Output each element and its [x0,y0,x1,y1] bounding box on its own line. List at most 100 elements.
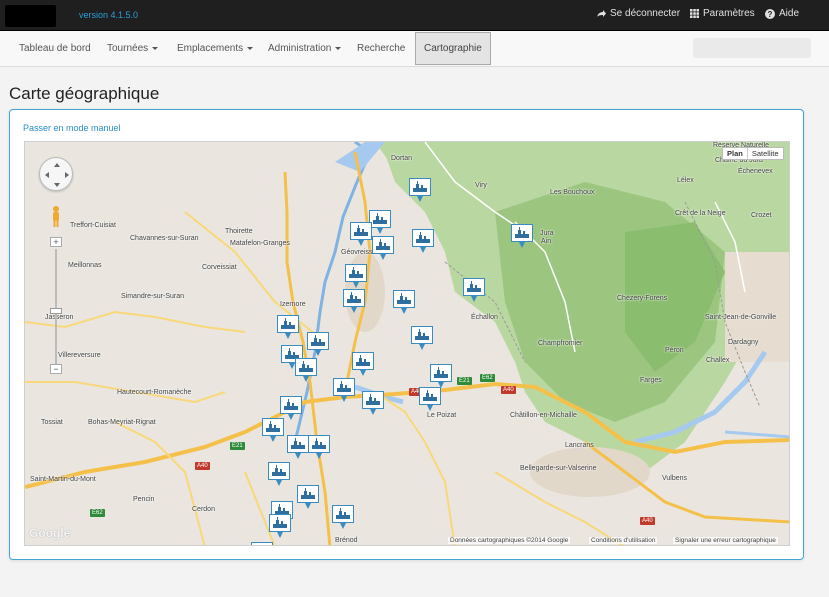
road-sign: A40 [501,386,516,394]
location-marker[interactable] [393,290,415,314]
place-label: Dardagny [728,339,759,346]
location-marker[interactable] [307,332,329,356]
location-marker[interactable] [463,278,485,302]
marker-building-icon [311,335,325,346]
location-marker[interactable] [345,264,367,288]
map-attribution: Données cartographiques ©2014 Google [448,537,571,544]
search-input[interactable] [693,38,811,58]
version-label: version 4.1.5.0 [79,10,139,20]
place-label: Crêt de la Neige [675,210,726,217]
location-marker[interactable] [411,326,433,350]
place-label: Tossiat [41,419,63,426]
place-label: Bohas-Meyriat-Rignat [88,419,156,426]
marker-building-icon [284,399,298,410]
map-type-control: Plan Satellite [722,147,784,160]
location-marker[interactable] [332,505,354,529]
marker-building-icon [413,181,427,192]
location-marker[interactable] [362,391,384,415]
caret-down-icon [247,46,254,50]
place-label: Dortan [391,155,413,162]
marker-building-icon [291,438,305,449]
page-title: Carte géographique [9,84,160,103]
place-label: Challex [706,357,730,364]
nav-label: Tableau de bord [19,43,91,54]
location-marker[interactable] [511,224,533,248]
nav-emplacements[interactable]: Emplacements [177,31,254,67]
location-marker[interactable] [369,210,391,234]
location-marker[interactable] [419,387,441,411]
place-label: Le Poizat [427,412,457,419]
nav-recherche[interactable]: Recherche [357,31,405,67]
place-label: Saint-Martin-du-Mont [30,476,96,483]
location-marker[interactable] [297,485,319,509]
zoom-slider-thumb[interactable] [50,308,62,314]
road-sign: A40 [640,517,655,525]
place-label: Péron [665,347,684,354]
map-type-plan[interactable]: Plan [723,148,748,159]
place-label: Farges [640,377,662,384]
location-marker[interactable] [268,462,290,486]
caret-down-icon [152,46,159,50]
road-sign: E62 [480,374,495,382]
place-label: Ain [541,238,552,245]
location-marker[interactable] [280,396,302,420]
location-marker[interactable] [350,222,372,246]
marker-building-icon [467,281,481,292]
marker-building-icon [376,239,390,250]
nav-cartographie[interactable]: Cartographie [415,32,491,65]
google-logo: Google [29,526,71,540]
zoom-out-button[interactable]: − [50,364,62,374]
marker-building-icon [281,318,295,329]
location-marker[interactable] [412,229,434,253]
place-label: Échenevex [738,168,773,175]
place-label: Brénod [335,537,358,544]
pan-control[interactable] [39,157,73,191]
nav-tableau-de-bord[interactable]: Tableau de bord [19,31,91,67]
place-label: Matafelon-Granges [230,240,290,247]
location-marker[interactable] [308,435,330,459]
marker-building-icon [354,225,368,236]
place-label: Les Bouchoux [550,189,595,196]
marker-building-icon [397,293,411,304]
marker-building-icon [423,390,437,401]
location-marker[interactable] [262,418,284,442]
location-marker[interactable] [295,358,317,382]
help-link[interactable]: ? Aide [765,8,799,19]
nav-label: Cartographie [424,43,482,54]
location-marker[interactable] [269,514,291,538]
nav-label: Recherche [357,43,406,54]
report-error-link[interactable]: Signaler une erreur cartographique [673,537,778,544]
nav-tournees[interactable]: Tournées [107,31,159,67]
nav-administration[interactable]: Administration [268,31,342,67]
location-marker[interactable] [372,236,394,260]
logout-link[interactable]: Se déconnecter [596,8,680,19]
location-marker[interactable] [333,378,355,402]
top-bar: version 4.1.5.0 Se déconnecter Paramètre… [0,0,829,31]
zoom-in-button[interactable]: + [50,237,62,247]
settings-link[interactable]: Paramètres [690,8,755,19]
road-sign: E21 [230,442,245,450]
marker-building-icon [356,355,370,366]
place-label: Crozet [751,212,772,219]
location-marker[interactable] [251,542,273,546]
location-marker[interactable] [352,352,374,376]
location-marker[interactable] [343,289,365,313]
location-marker[interactable] [430,364,452,388]
nav-label: Tournées [107,43,149,54]
marker-building-icon [415,329,429,340]
pegman-icon[interactable] [51,206,61,228]
place-label: Villereversure [58,352,101,359]
map-canvas[interactable]: Dortan Viry Les Bouchoux Lélex Chaîne du… [24,141,790,546]
location-marker[interactable] [277,315,299,339]
app-logo[interactable] [5,5,56,27]
place-label: Vulbens [662,475,688,482]
help-icon: ? [765,8,775,19]
terms-link[interactable]: Conditions d'utilisation [589,537,658,544]
map-type-satellite[interactable]: Satellite [748,148,783,159]
location-marker[interactable] [287,435,309,459]
place-label: Viry [475,182,487,189]
location-marker[interactable] [409,178,431,202]
marker-building-icon [254,545,270,546]
manual-mode-link[interactable]: Passer en mode manuel [23,123,121,133]
place-label: Chézery-Forens [617,295,668,302]
